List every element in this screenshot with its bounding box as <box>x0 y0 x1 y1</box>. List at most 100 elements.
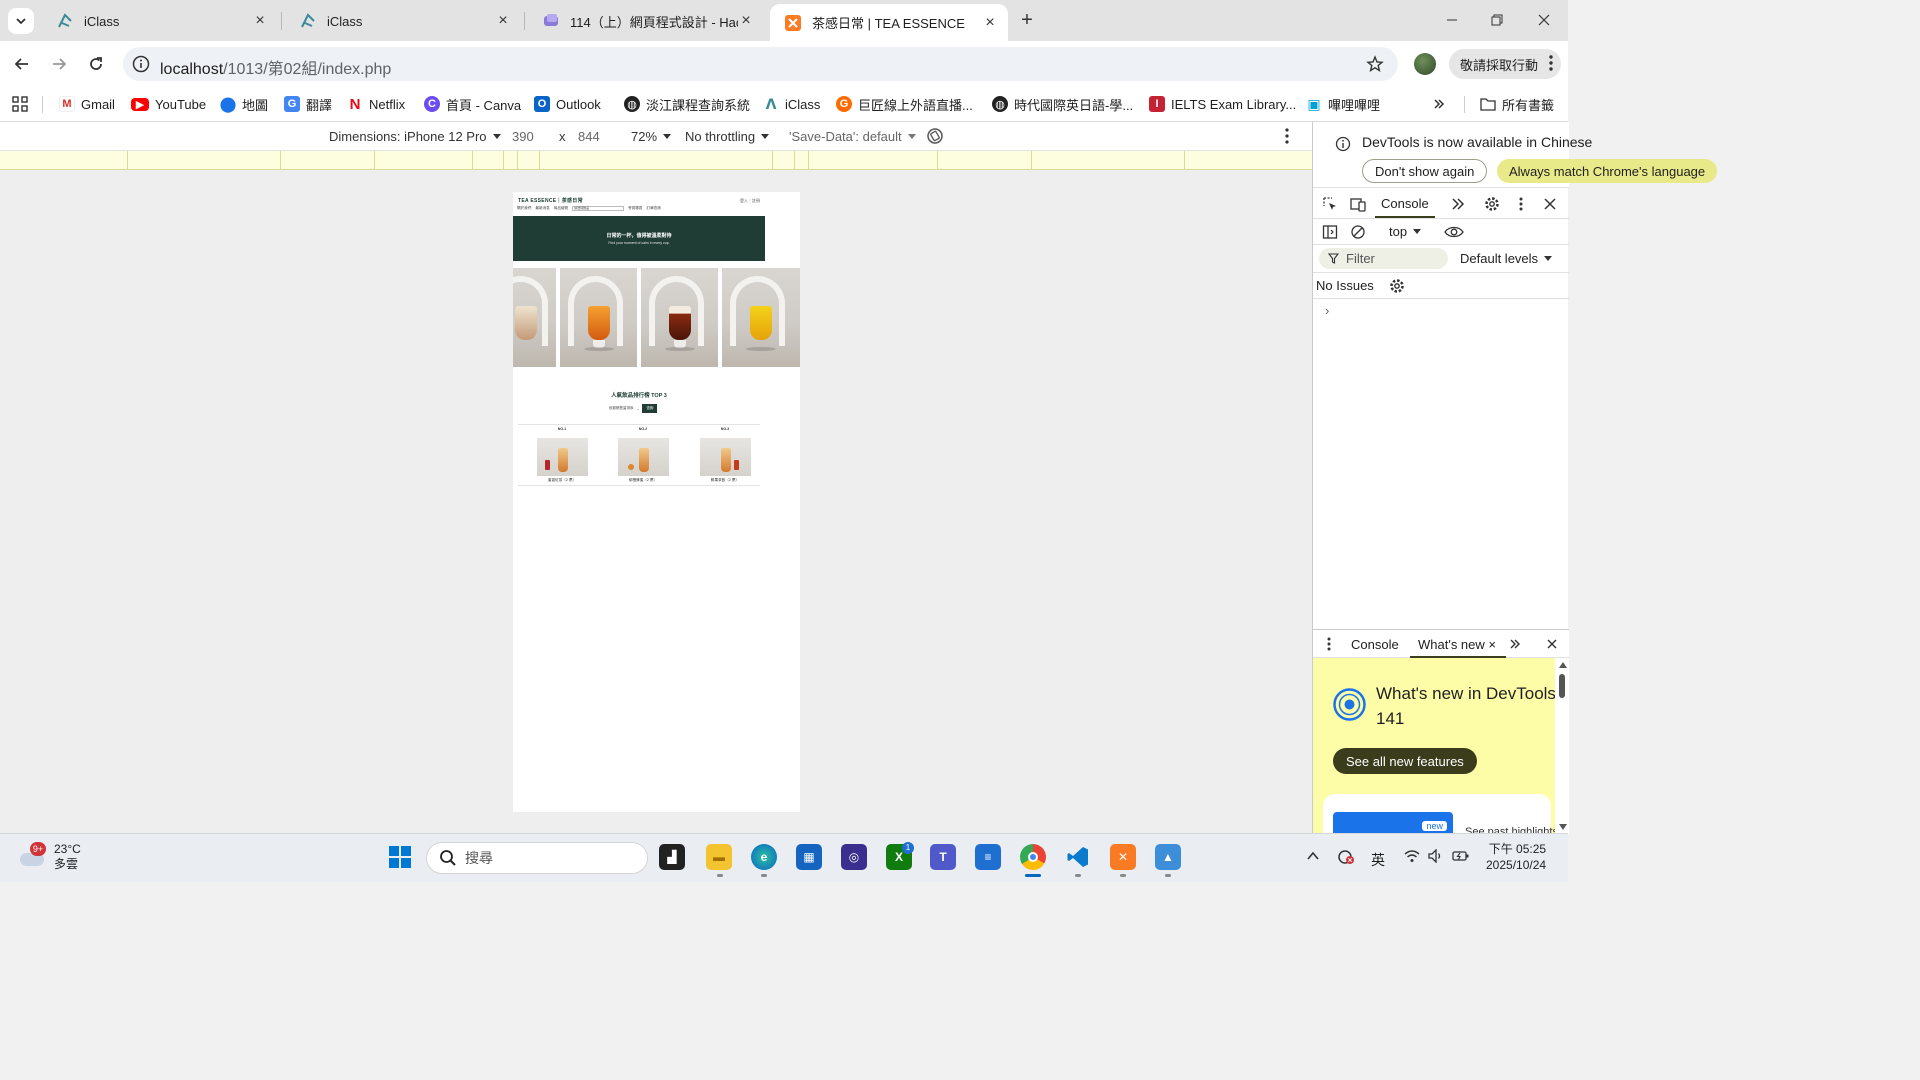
weather-widget[interactable]: 9+ 23°C 多雲 <box>18 842 81 872</box>
start-button[interactable] <box>387 844 413 870</box>
see-all-features-button[interactable]: See all new features <box>1333 748 1477 774</box>
scroll-up-arrow-icon[interactable] <box>1559 662 1567 668</box>
tray-input-language[interactable]: 英 <box>1371 850 1385 870</box>
taskbar-vscode[interactable] <box>1065 844 1091 870</box>
site-logo[interactable]: TEA ESSENCE｜茶感日常 <box>518 197 583 204</box>
bookmark-bilibili[interactable]: ▣ 嗶哩嗶哩 <box>1306 94 1380 114</box>
ranking-item[interactable]: NO.2 柳橙蜂蜜（2 票） <box>603 425 683 483</box>
ranking-item[interactable]: NO.3 鮮果茶飲（2 票） <box>685 425 765 483</box>
system-clock[interactable]: 下午 05:25 2025/10/24 <box>1486 841 1546 873</box>
device-select[interactable]: Dimensions: iPhone 12 Pro <box>329 129 501 144</box>
nav-item[interactable]: 最新消息 <box>535 206 549 211</box>
bookmark-youtube[interactable]: ▶ YouTube <box>131 94 206 114</box>
taskbar-file-explorer[interactable]: ▬ <box>706 844 732 870</box>
taskbar-notepad[interactable]: ≡ <box>975 844 1001 870</box>
reload-button[interactable] <box>83 51 109 77</box>
bookmark-ielts[interactable]: I IELTS Exam Library... <box>1149 94 1296 114</box>
ranking-sort-select[interactable]: 依據銷售量排序 <box>609 406 634 411</box>
drawer-tab-console[interactable]: Console <box>1351 637 1399 652</box>
all-bookmarks-button[interactable]: 所有書籤 <box>1480 94 1554 114</box>
bookmark-outlook[interactable]: O Outlook <box>534 94 601 114</box>
minimize-button[interactable] <box>1437 8 1467 32</box>
save-data-select[interactable]: 'Save-Data': default <box>789 129 916 144</box>
no-issues-label[interactable]: No Issues <box>1316 278 1374 293</box>
height-input[interactable]: 844 <box>578 129 600 144</box>
taskbar-copilot[interactable]: ◎ <box>841 844 867 870</box>
more-tabs-icon[interactable] <box>1509 638 1521 650</box>
bookmark-times-english[interactable]: ◍ 時代國際英日語-學... <box>992 94 1133 114</box>
console-prompt[interactable]: › <box>1325 303 1329 318</box>
device-more-button[interactable] <box>1285 128 1289 144</box>
bookmark-language-live[interactable]: G 巨匠線上外語直播... <box>836 94 973 114</box>
take-action-button[interactable]: 敬請採取行動 <box>1449 49 1561 79</box>
bookmark-gmail[interactable]: M Gmail <box>59 94 115 114</box>
forward-button[interactable] <box>46 51 72 77</box>
nav-item[interactable]: 訂單查詢 <box>647 206 661 211</box>
tray-wifi[interactable] <box>1404 849 1420 863</box>
close-icon[interactable] <box>1542 196 1558 212</box>
login-link[interactable]: 登入｜註冊 <box>740 198 760 204</box>
tab-search-button[interactable] <box>8 8 34 34</box>
ranking-item[interactable]: NO.1 蜜香紅茶（2 票） <box>522 425 602 483</box>
drink-select[interactable]: 請選擇飲品 <box>572 206 625 211</box>
clear-console-icon[interactable] <box>1350 224 1366 240</box>
bookmark-canva[interactable]: C 首頁 - Canva <box>424 94 521 114</box>
close-tab-icon[interactable]: × <box>982 14 998 31</box>
settings-gear-icon[interactable] <box>1484 196 1500 212</box>
context-select[interactable]: top <box>1389 224 1422 239</box>
profile-avatar[interactable] <box>1414 53 1436 75</box>
back-button[interactable] <box>9 51 35 77</box>
drawer-scrollbar[interactable] <box>1555 658 1569 834</box>
always-match-button[interactable]: Always match Chrome's language <box>1497 159 1718 183</box>
console-settings-gear-icon[interactable] <box>1389 278 1405 294</box>
tray-volume[interactable] <box>1428 849 1444 863</box>
tray-security[interactable] <box>1337 849 1355 865</box>
browser-tab-3[interactable]: 114（上）網頁程式設計 - Hack × <box>528 6 764 36</box>
dont-show-again-button[interactable]: Don't show again <box>1362 159 1488 183</box>
browser-tab-2[interactable]: iClass × <box>285 6 521 36</box>
taskbar-teams[interactable]: T <box>930 844 956 870</box>
width-input[interactable]: 390 <box>512 129 534 144</box>
sidebar-toggle-icon[interactable] <box>1322 224 1338 240</box>
tab-console[interactable]: Console <box>1375 196 1435 218</box>
live-expression-eye-icon[interactable] <box>1444 224 1464 240</box>
rotate-button[interactable] <box>926 127 944 145</box>
bookmark-iclass[interactable]: ᐱ iClass <box>763 94 821 114</box>
site-info-icon[interactable] <box>131 54 151 74</box>
nav-item[interactable]: 關於我們 <box>517 206 531 211</box>
nav-item[interactable]: 商品總覽 <box>554 206 568 211</box>
taskbar-photos[interactable]: ▲ <box>1155 844 1181 870</box>
tray-battery[interactable] <box>1452 849 1470 863</box>
taskbar-store[interactable]: ▦ <box>796 844 822 870</box>
more-bookmarks-button[interactable] <box>1433 94 1445 114</box>
tray-overflow-button[interactable] <box>1306 849 1320 863</box>
device-toggle-icon[interactable] <box>1350 196 1366 212</box>
more-vert-icon[interactable] <box>1513 196 1529 212</box>
browser-tab-4-active[interactable]: 茶感日常 | TEA ESSENCE × <box>770 4 1008 41</box>
close-tab-icon[interactable]: × <box>495 12 511 29</box>
taskbar-xampp[interactable]: ✕ <box>1110 844 1136 870</box>
log-levels-select[interactable]: Default levels <box>1460 251 1553 266</box>
close-tab-icon[interactable]: × <box>1488 637 1496 652</box>
close-window-button[interactable] <box>1529 8 1559 32</box>
drawer-tab-whatsnew[interactable]: What's new × <box>1418 637 1496 652</box>
restore-button[interactable] <box>1482 8 1512 32</box>
close-tab-icon[interactable]: × <box>252 12 268 29</box>
bookmark-tku-courses[interactable]: ◍ 淡江課程查詢系統 <box>624 94 750 114</box>
new-tab-button[interactable]: + <box>1016 9 1038 31</box>
bookmark-translate[interactable]: G 翻譯 <box>284 94 332 114</box>
apps-button[interactable] <box>12 94 28 114</box>
more-tabs-icon[interactable] <box>1450 196 1466 212</box>
scroll-down-arrow-icon[interactable] <box>1559 824 1567 830</box>
zoom-select[interactable]: 72% <box>631 129 672 144</box>
taskbar-task-view[interactable]: ▟ <box>659 844 685 870</box>
ranking-query-button[interactable]: 查詢 <box>642 404 658 413</box>
browser-tab-1[interactable]: iClass × <box>42 6 278 36</box>
bookmark-netflix[interactable]: N Netflix <box>347 94 406 114</box>
more-vert-icon[interactable] <box>1327 637 1331 651</box>
url-text[interactable]: localhost/1013/第02組/index.php <box>160 55 391 79</box>
filter-input[interactable]: Filter <box>1319 248 1448 269</box>
taskbar-chrome[interactable] <box>1020 844 1046 870</box>
inspect-element-icon[interactable] <box>1322 196 1338 212</box>
nav-item[interactable]: 會員專區 <box>628 206 642 211</box>
